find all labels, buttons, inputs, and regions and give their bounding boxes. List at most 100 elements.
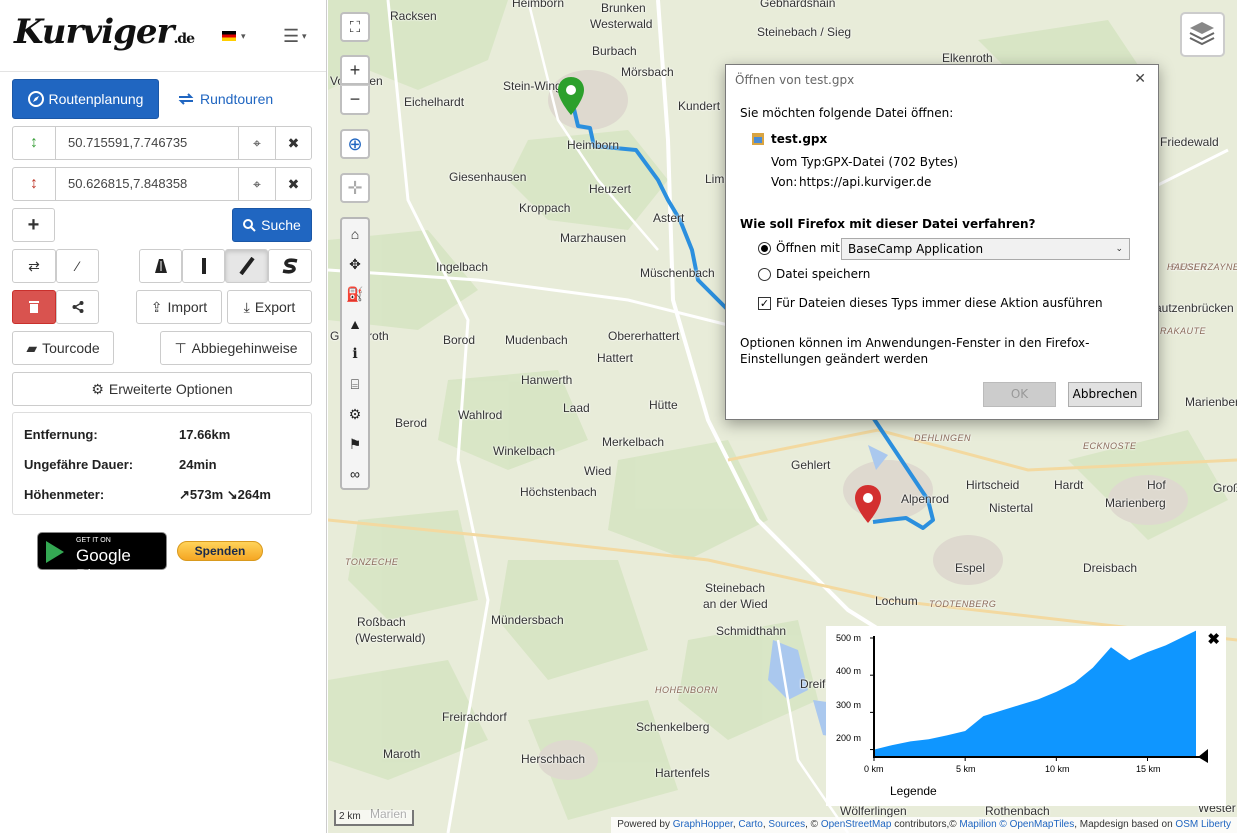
start-marker-icon[interactable]: ↕ [13,127,56,159]
place-label: Burbach [592,44,637,58]
language-flag-icon[interactable] [222,31,236,41]
mapilion-link[interactable]: Mapilion [959,819,996,830]
home-icon[interactable]: ⌂ [342,219,368,249]
add-waypoint-button[interactable]: + [12,208,55,242]
elevation-profile[interactable]: 500 m 400 m 300 m 200 m 0 km 5 km 10 km … [826,626,1226,806]
always-label[interactable]: Für Dateien dieses Typs immer diese Akti… [776,296,1103,310]
winding-road-icon [282,258,298,274]
museum-icon[interactable]: ⌸ [342,369,368,399]
end-marker-icon[interactable] [854,484,882,524]
binoculars-icon[interactable]: ∞ [342,459,368,489]
open-with-radio[interactable] [758,242,771,255]
straight-road-icon [201,258,206,274]
advanced-options-button[interactable]: ⚙ Erweiterte Optionen [12,372,312,406]
application-select[interactable]: BaseCamp Application ⌄ [841,238,1130,260]
crosshair-button[interactable]: ✛ [340,173,370,203]
crosshair-icon: ✛ [347,177,363,198]
flag-icon[interactable]: ⚑ [342,429,368,459]
share-icon [72,301,83,313]
export-button[interactable]: ⤓ Export [227,290,312,324]
open-with-label[interactable]: Öffnen mit [776,241,840,255]
waypoint-end-input[interactable]: 50.626815,7.848358 [56,168,239,200]
google-play-badge[interactable]: GET IT ON Google Play [37,532,167,585]
save-file-label[interactable]: Datei speichern [776,267,870,281]
delete-route-button[interactable] [12,290,56,324]
close-icon[interactable]: ✖ [1207,630,1220,648]
place-label: Hardt [1054,478,1084,492]
elevation-chart [870,630,1208,763]
place-label: Marienberg [1105,496,1166,510]
layers-button[interactable] [1180,12,1225,57]
sources-link[interactable]: Sources [768,819,805,830]
route-type-very-curvy-button[interactable] [268,249,312,283]
zoom-in-button[interactable]: + [340,55,370,85]
distance-value: 17.66km [179,427,231,442]
area-label: TONZECHE [345,557,399,567]
elevation-legend[interactable]: Legende [890,784,937,798]
tab-route-planning[interactable]: Routenplanung [12,79,159,119]
route-type-fast-button[interactable] [139,249,182,283]
search-button[interactable]: Suche [232,208,312,242]
place-label: Racksen [390,9,437,23]
place-label: Lochum [875,594,918,608]
place-label: Merkelbach [602,435,665,449]
place-label: Hanwerth [521,373,573,387]
chevron-down-icon[interactable]: ▾ [241,31,246,42]
place-label: Espel [955,561,986,575]
waypoint-start-input[interactable]: 50.715591,7.746735 [56,127,239,159]
route-type-curvy-button[interactable] [225,249,268,283]
donate-button[interactable]: Spenden [177,541,263,561]
google-play-small-text: GET IT ON [76,537,111,544]
route-type-straight-button[interactable] [182,249,225,283]
fuel-icon[interactable]: ⛽ [342,279,368,309]
place-label: Brunken [601,1,646,15]
osm-liberty-link[interactable]: OSM Liberty [1175,819,1231,830]
share-button[interactable] [56,290,99,324]
always-checkbox[interactable]: ✓ [758,297,771,310]
dialog-close-icon[interactable]: ✕ [1134,71,1146,87]
locate-button[interactable]: ⊕ [340,129,370,159]
crosshair-icon[interactable]: ⌖ [239,168,275,200]
mountain-icon[interactable]: ▲ [342,309,368,339]
layers-icon [1189,22,1215,46]
import-button[interactable]: ⇪ Import [136,290,222,324]
cancel-button[interactable]: Abbrechen [1068,382,1142,407]
end-marker-icon[interactable]: ↕ [13,168,56,200]
save-file-radio[interactable] [758,268,771,281]
osm-link[interactable]: OpenStreetMap [821,819,892,830]
place-label: Herschbach [521,752,586,766]
gear-icon[interactable]: ⚙ [342,399,368,429]
reverse-route-button[interactable]: ⇄ [12,249,56,283]
menu-icon[interactable]: ☰ [283,26,299,47]
carto-link[interactable]: Carto [738,819,762,830]
place-label: Hirtscheid [966,478,1020,492]
place-label: Dreisbach [1083,561,1138,575]
place-label: Marzhausen [560,231,627,245]
turn-instructions-button[interactable]: ⊤ Abbiegehinweise [160,331,312,365]
start-marker-icon[interactable] [557,76,585,116]
dialog-from-value: https://api.kurviger.de [799,175,932,189]
logo[interactable]: Kurviger.de [14,12,195,52]
close-icon[interactable]: ✖ [275,127,311,159]
place-label: Roßbach [357,615,406,629]
download-icon: ⤓ [243,298,250,315]
tourcode-button[interactable]: ▰ Tourcode [12,331,114,365]
distance-label: Entfernung: [24,427,98,442]
attribution-prefix: Powered by [617,819,670,830]
graphhopper-link[interactable]: GraphHopper [673,819,733,830]
chevron-down-icon[interactable]: ▾ [302,31,307,42]
fullscreen-button[interactable]: ⛶ [340,12,370,42]
openmaptiles-link[interactable]: © OpenMapTiles [999,819,1074,830]
magic-wand-button[interactable]: ⁄ [56,249,99,283]
zoom-out-button[interactable]: − [340,85,370,115]
route-stats: Entfernung: 17.66km Ungefähre Dauer: 24m… [12,412,312,515]
crosshair-icon[interactable]: ⌖ [239,127,275,159]
ok-button[interactable]: OK [983,382,1056,407]
round-trip-icon [178,93,194,105]
elevation-area [874,630,1196,757]
expand-icon[interactable]: ✥ [342,249,368,279]
place-label: Wölferlingen [840,804,907,818]
info-icon[interactable]: i [342,339,368,369]
tab-round-tours[interactable]: Rundtouren [177,91,273,107]
close-icon[interactable]: ✖ [275,168,311,200]
